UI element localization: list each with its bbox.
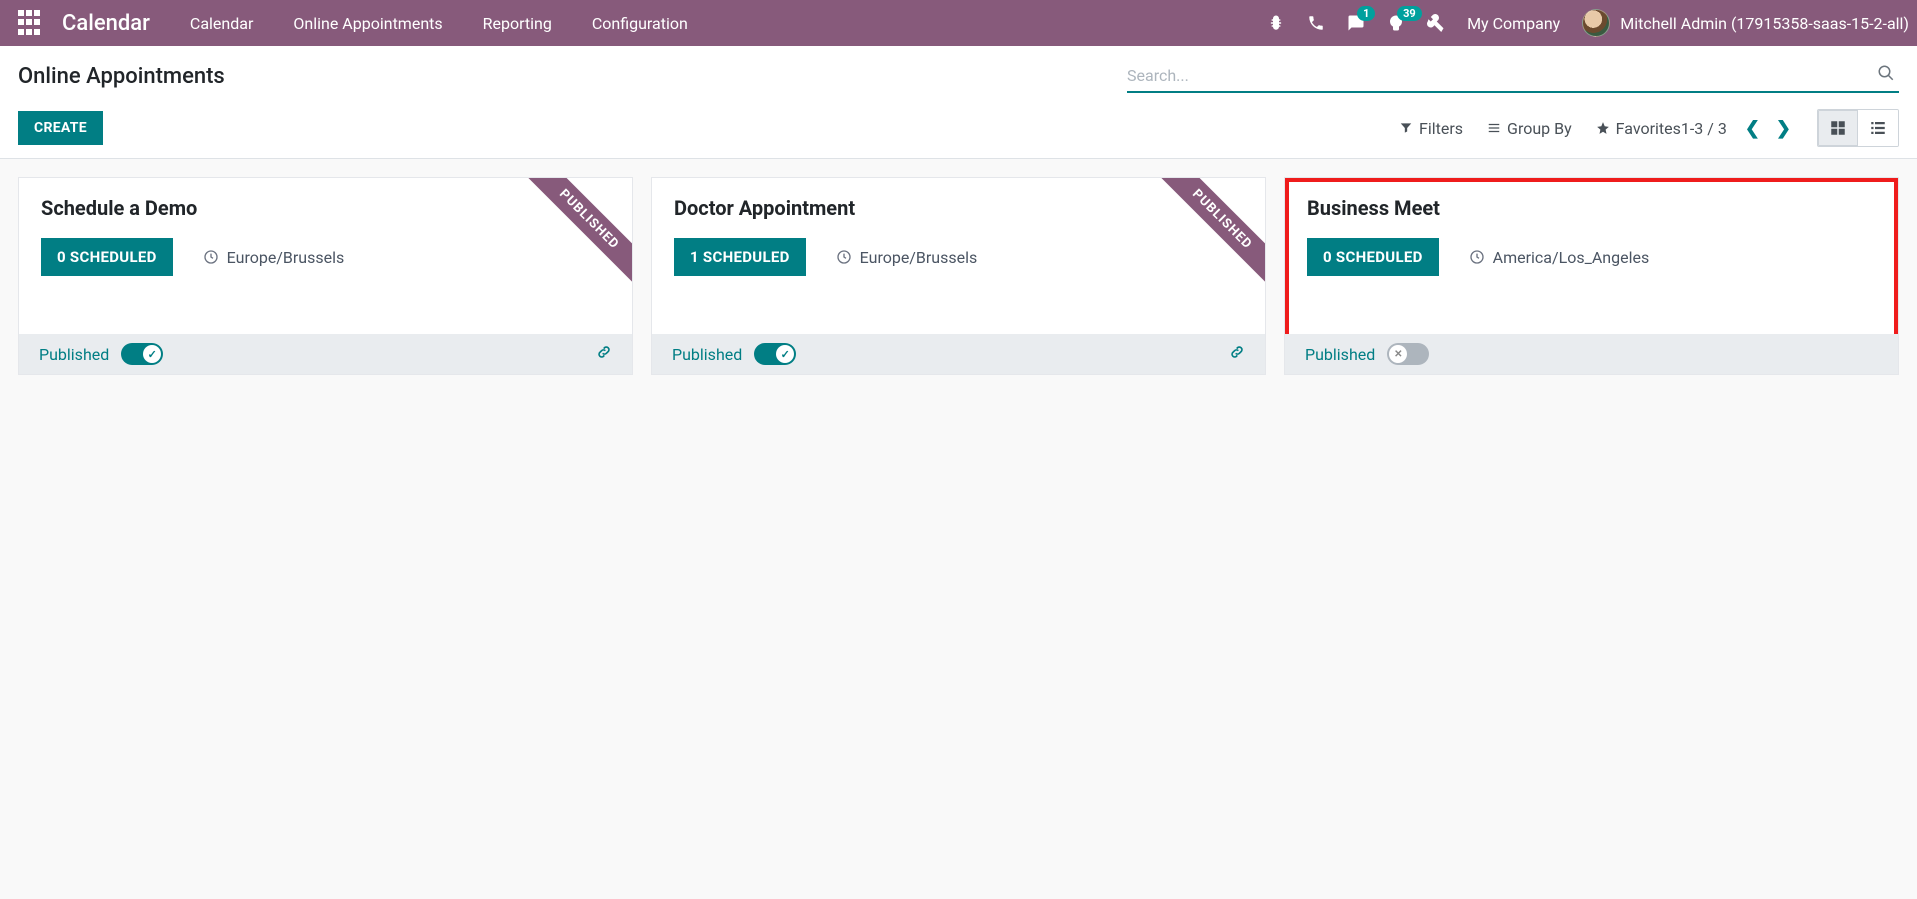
timezone-label: Europe/Brussels bbox=[860, 248, 978, 267]
messages-badge: 1 bbox=[1357, 6, 1375, 21]
card-footer: Published bbox=[652, 334, 1265, 374]
appointment-card[interactable]: PUBLISHED Doctor Appointment 1 SCHEDULED… bbox=[651, 177, 1266, 375]
search-bar bbox=[1127, 59, 1899, 93]
control-panel: Online Appointments CREATE Filters Group… bbox=[0, 46, 1917, 159]
search-icon[interactable] bbox=[1873, 64, 1899, 86]
card-title: Business Meet bbox=[1307, 196, 1876, 220]
activities-badge: 39 bbox=[1397, 6, 1422, 21]
published-toggle[interactable] bbox=[121, 343, 163, 365]
pager-value[interactable]: 1-3 / 3 bbox=[1681, 119, 1727, 138]
page-title: Online Appointments bbox=[18, 64, 225, 89]
nav-item-configuration[interactable]: Configuration bbox=[592, 14, 688, 33]
debug-icon[interactable] bbox=[1267, 14, 1285, 32]
card-footer: Published bbox=[19, 334, 632, 374]
timezone: America/Los_Angeles bbox=[1469, 248, 1650, 267]
user-menu[interactable]: Mitchell Admin (17915358-saas-15-2-all) bbox=[1582, 9, 1909, 37]
nav-right: 1 39 My Company Mitchell Admin (17915358… bbox=[1267, 9, 1909, 37]
nav-menu: Calendar Online Appointments Reporting C… bbox=[190, 14, 688, 33]
timezone: Europe/Brussels bbox=[203, 248, 345, 267]
appointment-card[interactable]: PUBLISHED Schedule a Demo 0 SCHEDULED Eu… bbox=[18, 177, 633, 375]
published-toggle[interactable] bbox=[754, 343, 796, 365]
groupby-label: Group By bbox=[1507, 119, 1572, 138]
timezone-label: America/Los_Angeles bbox=[1493, 248, 1650, 267]
scheduled-button[interactable]: 1 SCHEDULED bbox=[674, 238, 806, 276]
link-icon[interactable] bbox=[1229, 344, 1245, 364]
nav-item-reporting[interactable]: Reporting bbox=[483, 14, 552, 33]
appointment-card[interactable]: Business Meet 0 SCHEDULED America/Los_An… bbox=[1284, 177, 1899, 375]
favorites-label: Favorites bbox=[1616, 119, 1681, 138]
apps-icon[interactable] bbox=[18, 10, 44, 36]
view-switcher bbox=[1817, 109, 1899, 147]
tools-icon[interactable] bbox=[1427, 14, 1445, 32]
published-label: Published bbox=[39, 345, 109, 364]
favorites-button[interactable]: Favorites bbox=[1596, 119, 1681, 138]
nav-item-online-appointments[interactable]: Online Appointments bbox=[293, 14, 442, 33]
card-title: Schedule a Demo bbox=[41, 196, 610, 220]
card-title: Doctor Appointment bbox=[674, 196, 1243, 220]
messages-icon[interactable]: 1 bbox=[1347, 14, 1365, 32]
pager-next[interactable]: ❯ bbox=[1776, 118, 1791, 139]
search-input[interactable] bbox=[1127, 66, 1873, 85]
filters-button[interactable]: Filters bbox=[1399, 119, 1463, 138]
pager: 1-3 / 3 ❮ ❯ bbox=[1681, 118, 1791, 139]
scheduled-button[interactable]: 0 SCHEDULED bbox=[1307, 238, 1439, 276]
scheduled-button[interactable]: 0 SCHEDULED bbox=[41, 238, 173, 276]
phone-icon[interactable] bbox=[1307, 14, 1325, 32]
create-button[interactable]: CREATE bbox=[18, 111, 103, 145]
username: Mitchell Admin (17915358-saas-15-2-all) bbox=[1620, 14, 1909, 33]
timezone: Europe/Brussels bbox=[836, 248, 978, 267]
kanban-view-button[interactable] bbox=[1818, 110, 1858, 146]
filters-label: Filters bbox=[1419, 119, 1463, 138]
company-switcher[interactable]: My Company bbox=[1467, 14, 1560, 33]
groupby-button[interactable]: Group By bbox=[1487, 119, 1572, 138]
list-view-button[interactable] bbox=[1858, 110, 1898, 146]
link-icon[interactable] bbox=[596, 344, 612, 364]
timezone-label: Europe/Brussels bbox=[227, 248, 345, 267]
pager-prev[interactable]: ❮ bbox=[1745, 118, 1760, 139]
published-label: Published bbox=[672, 345, 742, 364]
searchbar-toggles: Filters Group By Favorites bbox=[1399, 119, 1681, 138]
published-toggle[interactable] bbox=[1387, 343, 1429, 365]
nav-item-calendar[interactable]: Calendar bbox=[190, 14, 253, 33]
app-brand[interactable]: Calendar bbox=[62, 11, 150, 36]
activities-icon[interactable]: 39 bbox=[1387, 14, 1405, 32]
avatar bbox=[1582, 9, 1610, 37]
main-navbar: Calendar Calendar Online Appointments Re… bbox=[0, 0, 1917, 46]
kanban-view: PUBLISHED Schedule a Demo 0 SCHEDULED Eu… bbox=[0, 159, 1917, 393]
card-footer: Published bbox=[1285, 334, 1898, 374]
published-label: Published bbox=[1305, 345, 1375, 364]
